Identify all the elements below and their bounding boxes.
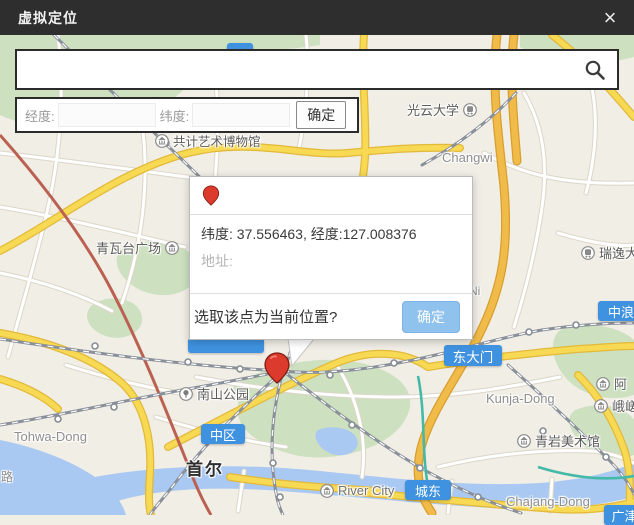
location-popup: 纬度: 37.556463, 经度:127.008376 地址: 选取该点为当前…: [189, 176, 473, 340]
district-badge-zhongqu: 中区: [201, 424, 245, 444]
poi-label-river-city: River City: [320, 483, 394, 498]
poi-label-qingwatai: 青瓦台广场: [96, 238, 179, 257]
coordinates-bar: 经度: 纬度: 确定: [15, 97, 359, 133]
landmark-icon: [320, 484, 334, 498]
poi-label-namsan-park: 南山公园: [179, 384, 249, 403]
poi-label-echa: 峨嵯: [594, 396, 634, 415]
district-badge-zhonglang: 中浪: [598, 301, 634, 321]
popup-body: 纬度: 37.556463, 经度:127.008376 地址:: [190, 215, 472, 271]
popup-tail: [280, 337, 320, 369]
poi-label-changwi: Changwi: [442, 150, 493, 165]
search-bar: [15, 49, 619, 90]
poi-label-gwangun-univ: 光云大学: [407, 100, 477, 119]
close-icon[interactable]: ×: [596, 4, 624, 32]
poi-label-kunja-dong: Kunja-Dong: [486, 391, 555, 406]
coordinates-confirm-button[interactable]: 确定: [296, 101, 346, 129]
latitude-input[interactable]: [192, 103, 290, 127]
popup-coordinates-text: 纬度: 37.556463, 经度:127.008376: [201, 224, 462, 244]
popup-footer: 选取该点为当前位置? 确定: [190, 293, 472, 339]
longitude-label: 经度:: [25, 106, 55, 125]
poi-label-ruiyi-univ: 瑞逸大: [581, 243, 634, 262]
poi-label-tohwa-dong: Tohwa-Dong: [14, 429, 87, 444]
poi-label-a: 阿: [596, 374, 627, 393]
poi-label-art-museum: 共计艺术博物馆: [155, 131, 261, 150]
popup-confirm-button[interactable]: 确定: [402, 301, 460, 333]
poi-label-lu: 路: [1, 468, 13, 485]
district-badge-dongdamen: 东大门: [444, 345, 502, 366]
district-badge-chengdong: 城东: [405, 480, 451, 500]
poi-label-qingyan-museum: 青岩美术馆: [517, 431, 600, 450]
landmark-icon: [596, 377, 610, 391]
pin-icon: [202, 183, 220, 208]
popup-prompt-text: 选取该点为当前位置?: [194, 306, 337, 327]
poi-label-chajang-dong: Chajang-Dong: [506, 494, 590, 509]
window-titlebar: 虚拟定位 ×: [0, 0, 634, 35]
window-title: 虚拟定位: [18, 8, 78, 28]
search-icon: [583, 58, 607, 82]
museum-icon: [517, 434, 531, 448]
popup-header: [190, 177, 472, 215]
popup-address-label: 地址:: [201, 251, 462, 271]
city-label-seoul: 首尔: [186, 455, 224, 480]
search-button[interactable]: [573, 51, 617, 88]
road-badge: [188, 338, 264, 353]
landmark-icon: [594, 399, 608, 413]
tree-icon: [179, 387, 193, 401]
latitude-label: 纬度:: [160, 106, 190, 125]
longitude-input[interactable]: [58, 103, 156, 127]
metro-icon: [463, 103, 477, 117]
district-badge-guangjin: 广津区: [604, 505, 634, 525]
search-input[interactable]: [17, 51, 573, 88]
metro-icon: [581, 246, 595, 260]
landmark-icon: [165, 241, 179, 255]
museum-icon: [155, 134, 169, 148]
